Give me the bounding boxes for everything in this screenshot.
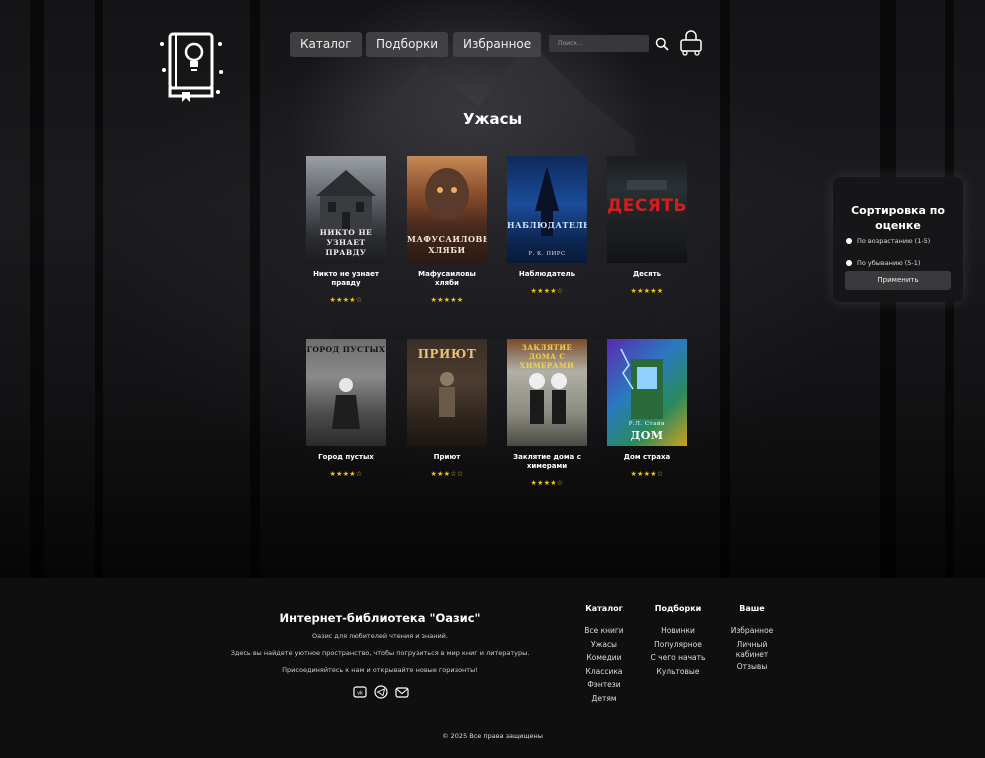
cover-title: НАБЛЮДАТЕЛЬ <box>507 220 587 230</box>
footer-link[interactable]: Классика <box>564 665 644 679</box>
book-card[interactable]: НАБЛЮДАТЕЛЬ Р. К. ПИРС Наблюдатель ★★★★☆ <box>507 156 587 295</box>
footer-link[interactable]: Комедии <box>564 651 644 665</box>
footer-link[interactable]: С чего начать <box>638 651 718 665</box>
book-cover: МАФУСАИЛОВЫ ХЛЯБИ <box>407 156 487 263</box>
cart-icon[interactable] <box>679 30 703 60</box>
book-title: Дом страха <box>623 453 671 461</box>
search-input[interactable] <box>549 35 649 52</box>
tree-silhouette <box>720 0 730 578</box>
radio-button[interactable] <box>846 238 852 244</box>
footer-column-heading: Подборки <box>654 604 702 613</box>
rating-stars: ★★★★★ <box>630 287 664 295</box>
search-icon[interactable] <box>655 36 669 55</box>
telegram-icon[interactable] <box>374 684 388 699</box>
footer-link[interactable]: Ужасы <box>564 638 644 652</box>
footer-link[interactable]: Отзывы <box>712 660 792 674</box>
book-cover: ГОРОД ПУСТЫХ <box>306 339 386 446</box>
book-card[interactable]: МАФУСАИЛОВЫ ХЛЯБИ Мафусаиловы хляби ★★★★… <box>407 156 487 304</box>
nav-catalog[interactable]: Каталог <box>290 32 362 57</box>
girl-illustration <box>332 378 360 429</box>
cover-title: ДЕСЯТЬ <box>607 196 687 216</box>
rating-stars: ★★★★☆ <box>329 470 363 478</box>
cover-title: МАФУСАИЛОВЫ ХЛЯБИ <box>407 234 487 255</box>
rating-stars: ★★★★☆ <box>630 470 664 478</box>
book-card[interactable]: ЗАКЛЯТИЕ ДОМА С ХИМЕРАМИ Заклятие дома с… <box>507 339 587 487</box>
sort-title: Сортировка по оценке <box>851 204 945 232</box>
footer-link[interactable]: Личный <box>712 640 792 650</box>
footer: Интернет-библиотека "Оазис" Оазис для лю… <box>0 578 985 758</box>
page-title: Ужасы <box>462 110 523 128</box>
nav-collections[interactable]: Подборки <box>366 32 449 57</box>
sort-option-label: По возрастанию (1-5) <box>857 237 931 245</box>
footer-link[interactable]: Фэнтези <box>564 678 644 692</box>
book-cover: ЗАКЛЯТИЕ ДОМА С ХИМЕРАМИ <box>507 339 587 446</box>
book-cover: ДЕСЯТЬ <box>607 156 687 263</box>
footer-link[interactable]: Культовые <box>638 665 718 679</box>
cover-author: Р. К. ПИРС <box>528 251 566 257</box>
book-title: Наблюдатель <box>518 270 576 278</box>
sort-option-descending[interactable]: По убыванию (5-1) <box>846 259 920 267</box>
tree-silhouette <box>250 0 260 578</box>
book-title: Город пустых <box>318 453 374 461</box>
book-card[interactable]: НИКТО НЕ УЗНАЕТ ПРАВДУ Никто не узнает п… <box>306 156 386 304</box>
rating-stars: ★★★★☆ <box>530 287 564 295</box>
cover-title: ГОРОД ПУСТЫХ <box>306 345 386 354</box>
radio-button[interactable] <box>846 260 852 266</box>
book-title: Мафусаиловы хляби <box>418 270 476 287</box>
book-title: Десять <box>632 270 662 278</box>
footer-link[interactable]: Популярное <box>638 638 718 652</box>
footer-column-collections: Подборки Новинки Популярное С чего начат… <box>638 604 718 678</box>
book-card[interactable]: ПРИЮТ Приют ★★★☆☆ <box>407 339 487 478</box>
footer-link[interactable]: кабинет <box>712 650 792 660</box>
sort-panel: Сортировка по оценке По возрастанию (1-5… <box>833 177 963 302</box>
rating-stars: ★★★★★ <box>430 296 464 304</box>
copyright: © 2025 Все права защищены <box>442 732 543 740</box>
apply-sort-button[interactable]: Применить <box>845 271 951 290</box>
nav-favorites[interactable]: Избранное <box>453 32 542 57</box>
book-card[interactable]: ГОРОД ПУСТЫХ Город пустых ★★★★☆ <box>306 339 386 478</box>
rating-stars: ★★★☆☆ <box>430 470 464 478</box>
watcher-figure-illustration <box>535 166 559 236</box>
book-cover: НАБЛЮДАТЕЛЬ Р. К. ПИРС <box>507 156 587 263</box>
book-title: Приют <box>433 453 461 461</box>
rating-stars: ★★★★☆ <box>329 296 363 304</box>
mail-icon[interactable] <box>395 684 409 698</box>
footer-text: Присоединяйтесь к нам и открывайте новые… <box>282 666 478 674</box>
vk-icon[interactable]: vk <box>353 684 367 698</box>
footer-link[interactable]: Избранное <box>712 624 792 638</box>
book-card[interactable]: ДЕСЯТЬ Десять ★★★★★ <box>607 156 687 295</box>
footer-text: Оазис для любителей чтения и знаний. <box>312 632 448 640</box>
footer-text: Здесь вы найдете уютное пространство, чт… <box>230 649 530 657</box>
cover-author: Р.Л. Стайн <box>628 421 666 427</box>
book-cover: НИКТО НЕ УЗНАЕТ ПРАВДУ <box>306 156 386 263</box>
tree-silhouette <box>95 0 103 578</box>
footer-column-catalog: Каталог Все книги Ужасы Комедии Классика… <box>564 604 644 705</box>
footer-column-yours: Ваше Избранное Личный кабинет Отзывы <box>712 604 792 673</box>
footer-column-heading: Каталог <box>585 604 623 613</box>
cover-title: НИКТО НЕ УЗНАЕТ ПРАВДУ <box>319 228 373 257</box>
book-title: Никто не узнает правду <box>313 270 379 287</box>
footer-link[interactable]: Все книги <box>564 624 644 638</box>
book-cover: Р.Л. Стайн ДОМ <box>607 339 687 446</box>
book-card[interactable]: Р.Л. Стайн ДОМ Дом страха ★★★★☆ <box>607 339 687 478</box>
footer-title: Интернет-библиотека "Оазис" <box>279 611 481 625</box>
library-logo[interactable] <box>158 30 226 104</box>
sort-option-label: По убыванию (5-1) <box>857 259 921 267</box>
book-cover: ПРИЮТ <box>407 339 487 446</box>
book-title: Заклятие дома с химерами <box>513 453 581 470</box>
cover-title: ЗАКЛЯТИЕ ДОМА С ХИМЕРАМИ <box>519 343 575 370</box>
tree-silhouette <box>30 0 44 578</box>
svg-text:vk: vk <box>357 691 363 697</box>
book-lightbulb-icon <box>160 32 223 102</box>
cover-title: ДОМ <box>630 429 664 442</box>
cover-title: ПРИЮТ <box>417 347 477 361</box>
footer-link[interactable]: Новинки <box>638 624 718 638</box>
footer-link[interactable]: Детям <box>564 692 644 706</box>
rating-stars: ★★★★☆ <box>530 479 564 487</box>
footer-column-heading: Ваше <box>739 604 765 613</box>
sort-option-ascending[interactable]: По возрастанию (1-5) <box>846 237 930 245</box>
